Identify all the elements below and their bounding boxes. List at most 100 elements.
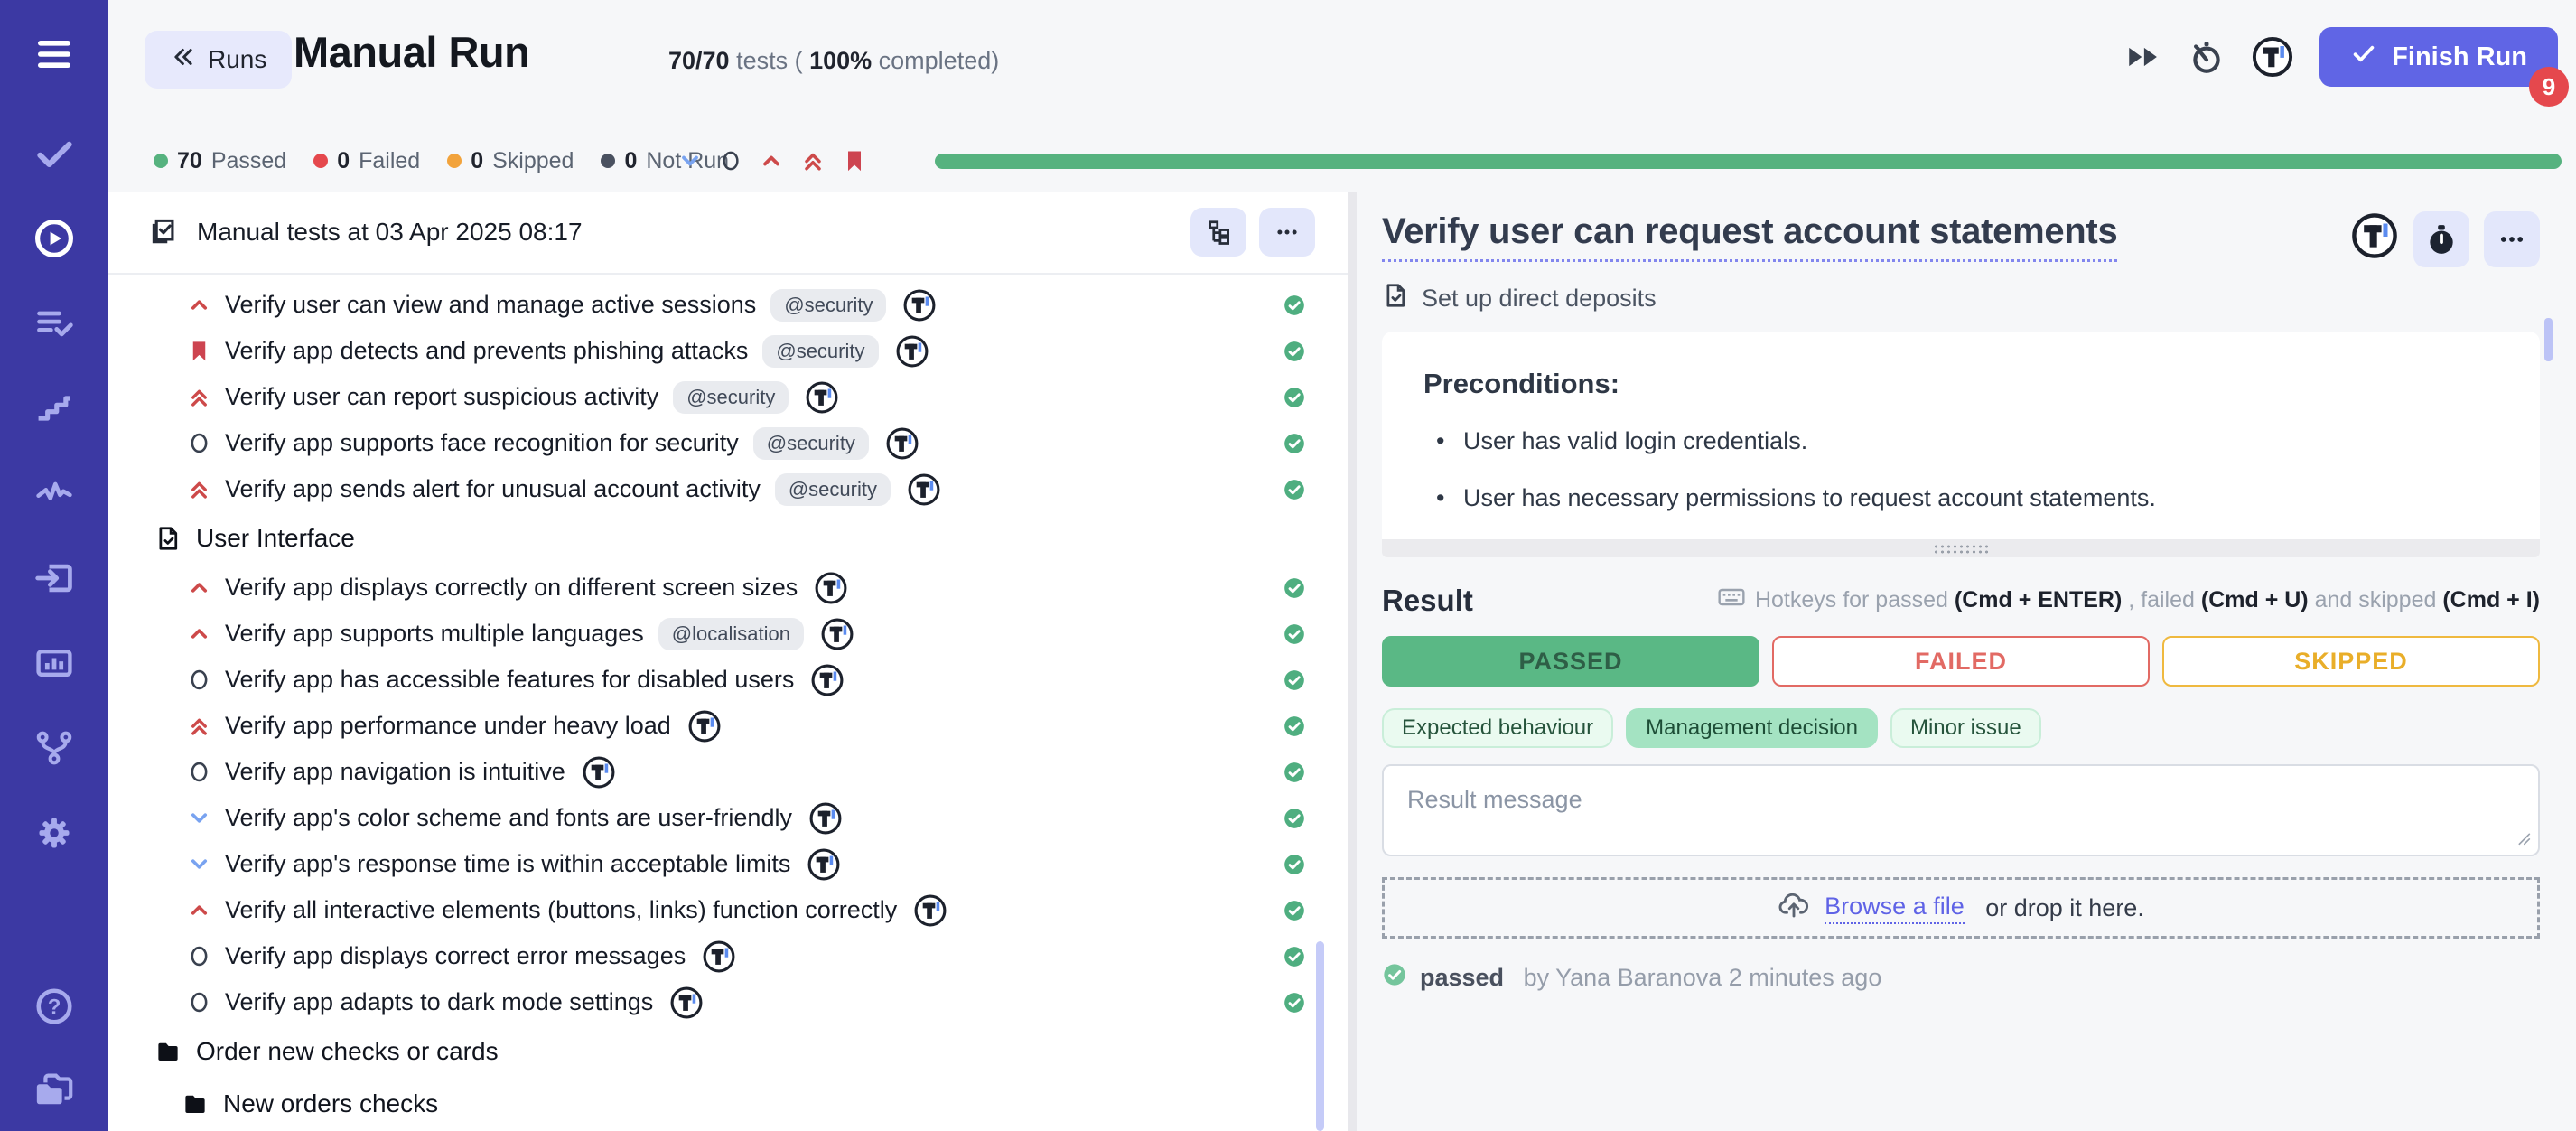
precondition-item: User has valid login credentials. — [1423, 427, 2498, 455]
sidebar-item-projects[interactable] — [33, 1068, 76, 1111]
test-list: Verify user can view and manage active s… — [108, 275, 1348, 1131]
sidebar-item-reports[interactable] — [33, 641, 76, 685]
stat-passed: 70Passed — [154, 148, 286, 174]
test-row[interactable]: Verify app performance under heavy load — [108, 703, 1348, 749]
sidebar-item-milestones[interactable] — [33, 387, 76, 430]
test-row[interactable]: Verify app supports face recognition for… — [108, 420, 1348, 466]
test-tag: @security — [762, 335, 878, 368]
sidebar-item-runs[interactable] — [33, 217, 76, 260]
result-message-input[interactable] — [1382, 764, 2540, 856]
tests-scrollbar[interactable] — [1316, 941, 1324, 1131]
grip-dots-icon — [1933, 544, 1989, 554]
automation-logo-icon — [913, 893, 947, 928]
verdict-passed-button[interactable]: PASSED — [1382, 636, 1759, 687]
status-dot-icon — [154, 154, 168, 168]
priority-filter-blocker-icon[interactable] — [842, 148, 867, 173]
priority-filter-normal-icon[interactable] — [719, 149, 742, 173]
test-row[interactable]: Verify app displays correctly on differe… — [108, 565, 1348, 611]
status-passed-icon — [1283, 478, 1306, 501]
test-row[interactable]: Verify app's color scheme and fonts are … — [108, 795, 1348, 841]
check-icon — [2350, 40, 2377, 74]
sidebar-item-tests[interactable] — [33, 132, 76, 175]
test-row[interactable]: Verify user can view and manage active s… — [108, 282, 1348, 328]
test-tag: @security — [775, 473, 891, 506]
test-row-title: Verify app supports multiple languages — [225, 620, 644, 648]
panel-more-button[interactable] — [1259, 208, 1315, 257]
automation-logo-icon — [669, 986, 704, 1020]
status-passed-icon — [1283, 899, 1306, 922]
test-more-button[interactable] — [2484, 211, 2540, 267]
test-row-title: Verify app sends alert for unusual accou… — [225, 475, 761, 503]
status-dot-icon — [601, 154, 615, 168]
timer-button[interactable] — [2188, 38, 2226, 76]
test-row-title: Verify all interactive elements (buttons… — [225, 896, 897, 924]
status-passed-icon — [1283, 761, 1306, 784]
result-tag-expected-behaviour[interactable]: Expected behaviour — [1382, 708, 1613, 748]
test-row[interactable]: Verify app has accessible features for d… — [108, 657, 1348, 703]
test-row[interactable]: Verify app supports multiple languages@l… — [108, 611, 1348, 657]
menu-icon[interactable] — [33, 33, 76, 76]
back-to-runs-button[interactable]: Runs — [145, 31, 292, 89]
test-row-title: Verify app supports face recognition for… — [225, 429, 739, 457]
test-row[interactable]: Verify app adapts to dark mode settings — [108, 979, 1348, 1025]
result-tag-minor-issue[interactable]: Minor issue — [1890, 708, 2041, 748]
test-row[interactable]: Verify app detects and prevents phishing… — [108, 328, 1348, 374]
priority-normal-icon — [185, 760, 212, 784]
automation-logo-icon — [582, 755, 616, 790]
verdict-failed-button[interactable]: FAILED — [1772, 636, 2150, 687]
sidebar-item-settings[interactable] — [33, 811, 76, 855]
priority-high-icon — [185, 622, 212, 646]
test-row[interactable]: Verify app displays correct error messag… — [108, 933, 1348, 979]
status-passed-icon — [1283, 432, 1306, 455]
automation-logo-button[interactable] — [2350, 211, 2399, 260]
status-passed-icon — [1283, 386, 1306, 409]
file-dropzone[interactable]: Browse a file or drop it here. — [1382, 877, 2540, 939]
priority-normal-icon — [185, 431, 212, 455]
priority-filter-low-icon[interactable] — [677, 148, 703, 173]
test-row[interactable]: Verify app navigation is intuitive — [108, 749, 1348, 795]
suite-row[interactable]: Order new checks or cards — [108, 1025, 1348, 1078]
test-row[interactable]: Verify app's response time is within acc… — [108, 841, 1348, 887]
priority-filter-critical-icon[interactable] — [800, 148, 826, 173]
tree-view-button[interactable] — [1190, 208, 1246, 257]
test-tag: @security — [770, 289, 886, 322]
automation-logo-button[interactable] — [2251, 35, 2294, 79]
timer-button[interactable] — [2413, 211, 2469, 267]
panel-divider[interactable] — [1348, 192, 1357, 1131]
test-row-title: Verify app adapts to dark mode settings — [225, 988, 653, 1016]
fast-forward-button[interactable] — [2124, 38, 2162, 76]
priority-high-icon — [185, 898, 212, 922]
priority-blocker-icon — [185, 339, 212, 363]
parent-suite-link[interactable]: Set up direct deposits — [1382, 282, 1657, 315]
result-heading: Result — [1382, 584, 1473, 618]
test-row-title: Verify user can report suspicious activi… — [225, 383, 658, 411]
test-row[interactable]: Verify user can report suspicious activi… — [108, 374, 1348, 420]
parent-suite-label: Set up direct deposits — [1422, 285, 1657, 313]
test-tag: @security — [673, 381, 789, 414]
suite-title: Order new checks or cards — [196, 1037, 499, 1066]
suite-row[interactable]: New orders checks — [108, 1078, 1348, 1130]
notification-badge: 9 — [2529, 67, 2569, 107]
test-row[interactable]: Verify app sends alert for unusual accou… — [108, 466, 1348, 512]
sidebar-item-plans[interactable] — [33, 302, 76, 345]
sidebar-item-help[interactable]: ? — [33, 985, 76, 1028]
priority-filter-high-icon[interactable] — [759, 148, 784, 173]
status-dot-icon — [313, 154, 328, 168]
verdict-skipped-button[interactable]: SKIPPED — [2162, 636, 2540, 687]
finish-run-label: Finish Run — [2392, 42, 2527, 72]
page-title: Manual Run — [294, 27, 529, 77]
suite-row[interactable]: User Interface — [108, 512, 1348, 565]
result-tag-management-decision[interactable]: Management decision — [1626, 708, 1878, 748]
preconditions-scrollbar[interactable] — [2544, 318, 2553, 361]
automation-logo-icon — [807, 847, 841, 882]
finish-run-button[interactable]: Finish Run 9 — [2319, 27, 2558, 87]
browse-file-link[interactable]: Browse a file — [1825, 893, 1965, 924]
card-resize-handle[interactable] — [1382, 539, 2540, 557]
sidebar-item-workflows[interactable] — [33, 726, 76, 770]
sidebar-item-pulse[interactable] — [33, 472, 76, 515]
sidebar-item-import[interactable] — [33, 556, 76, 600]
test-title[interactable]: Verify user can request account statemen… — [1382, 211, 2117, 262]
last-result-status: passed by Yana Baranova 2 minutes ago — [1382, 962, 2540, 994]
test-row[interactable]: Verify all interactive elements (buttons… — [108, 887, 1348, 933]
automation-logo-icon — [895, 334, 929, 369]
